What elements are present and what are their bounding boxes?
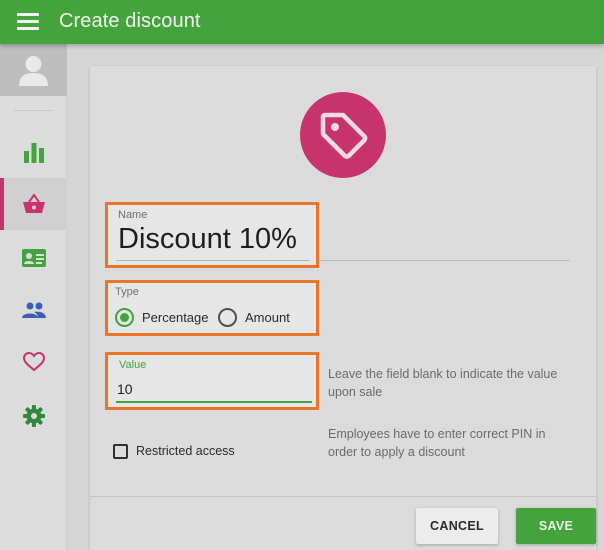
gear-icon	[22, 405, 45, 427]
radio-amount-label[interactable]: Amount	[245, 310, 290, 325]
name-input-underline	[116, 260, 310, 261]
restricted-access-hint: Employees have to enter correct PIN in o…	[328, 427, 546, 459]
cancel-button[interactable]: CANCEL	[416, 508, 498, 544]
name-field-underline	[314, 260, 570, 261]
sidebar-divider	[14, 110, 53, 111]
discount-form-card: Name Discount 10% Type Percentage Amount…	[90, 66, 596, 550]
discount-avatar	[300, 92, 386, 178]
basket-icon	[22, 194, 45, 213]
value-input[interactable]	[117, 380, 307, 398]
sidebar-item-loyalty[interactable]	[0, 336, 67, 388]
hamburger-menu-icon[interactable]	[17, 13, 39, 31]
type-field: Type Percentage Amount	[105, 280, 319, 336]
restricted-access-checkbox[interactable]	[113, 444, 128, 459]
avatar[interactable]	[0, 44, 67, 96]
value-field[interactable]: Value	[105, 352, 319, 410]
people-icon	[21, 302, 46, 318]
restricted-access-label[interactable]: Restricted access	[136, 444, 235, 458]
sidebar-item-employees[interactable]	[0, 232, 67, 284]
save-button[interactable]: SAVE	[516, 508, 596, 544]
footer-divider	[90, 496, 596, 497]
radio-percentage[interactable]	[115, 308, 134, 327]
user-icon	[19, 56, 48, 86]
radio-percentage-label[interactable]: Percentage	[142, 310, 209, 325]
app-bar: Create discount	[0, 0, 604, 44]
name-input[interactable]: Discount 10%	[118, 223, 297, 256]
value-label: Value	[119, 359, 147, 371]
sidebar-item-settings[interactable]	[0, 390, 67, 442]
heart-icon	[22, 352, 45, 372]
tag-icon	[320, 112, 368, 159]
page-title: Create discount	[59, 10, 201, 32]
value-input-underline	[116, 401, 312, 403]
id-card-icon	[21, 249, 46, 267]
sidebar-item-items[interactable]	[0, 178, 67, 230]
sidebar	[0, 44, 67, 550]
name-label: Name	[118, 209, 148, 221]
radio-amount[interactable]	[218, 308, 237, 327]
sidebar-item-reports[interactable]	[0, 126, 67, 178]
name-field[interactable]: Name Discount 10%	[105, 202, 319, 268]
sidebar-item-customers[interactable]	[0, 284, 67, 336]
bar-chart-icon	[23, 143, 44, 163]
type-label: Type	[115, 286, 139, 298]
value-hint: Leave the field blank to indicate the va…	[328, 367, 558, 399]
